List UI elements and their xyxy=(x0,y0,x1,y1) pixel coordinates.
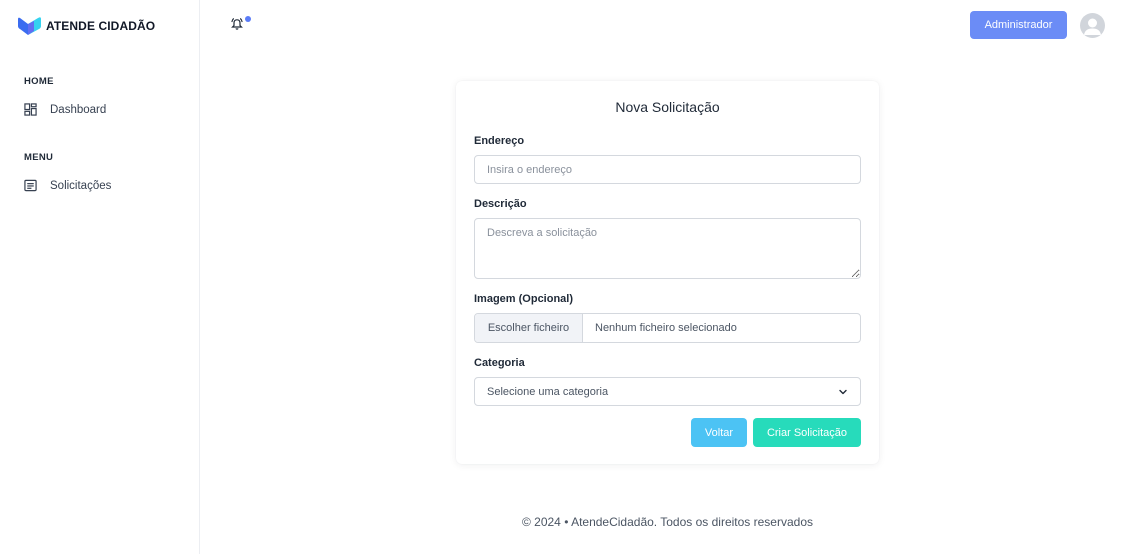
category-label: Categoria xyxy=(474,357,525,369)
app-root: ATENDE CIDADÃO HOME Dashboard MENU Solic… xyxy=(0,0,1130,554)
dashboard-grid-icon xyxy=(24,103,37,116)
address-label: Endereço xyxy=(474,135,525,147)
description-textarea[interactable] xyxy=(474,218,861,279)
file-status-text: Nenhum ficheiro selecionado xyxy=(595,322,737,334)
description-label: Descrição xyxy=(474,198,527,210)
back-button[interactable]: Voltar xyxy=(691,418,747,447)
brand[interactable]: ATENDE CIDADÃO xyxy=(17,16,155,36)
new-request-card: Nova Solicitação Endereço Descrição Imag… xyxy=(456,81,879,464)
list-document-icon xyxy=(24,179,37,192)
user-avatar[interactable] xyxy=(1080,13,1105,38)
form-title: Nova Solicitação xyxy=(615,99,720,115)
brand-name: ATENDE CIDADÃO xyxy=(46,19,156,33)
notification-button[interactable] xyxy=(230,16,251,33)
sidebar-item-label: Solicitações xyxy=(50,179,112,192)
image-file-input[interactable]: Escolher ficheiro Nenhum ficheiro seleci… xyxy=(474,313,861,343)
sidebar-section-home: HOME xyxy=(24,76,54,87)
create-request-button[interactable]: Criar Solicitação xyxy=(753,418,861,447)
choose-file-button[interactable]: Escolher ficheiro xyxy=(475,314,583,342)
address-input[interactable] xyxy=(474,155,861,184)
category-select[interactable]: Selecione uma categoria xyxy=(474,377,861,406)
notification-dot xyxy=(245,16,251,22)
bell-icon xyxy=(231,18,243,30)
user-avatar-icon xyxy=(1084,18,1101,35)
sidebar-item-label: Dashboard xyxy=(50,103,107,116)
sidebar-item-dashboard[interactable]: Dashboard xyxy=(24,103,106,116)
chevron-down-icon xyxy=(839,389,847,394)
footer-copyright: © 2024 • AtendeCidadão. Todos os direito… xyxy=(521,515,813,529)
administrator-button[interactable]: Administrador xyxy=(970,11,1067,39)
sidebar-section-menu: MENU xyxy=(24,152,54,163)
brand-logo-icon xyxy=(18,17,41,35)
sidebar: ATENDE CIDADÃO HOME Dashboard MENU Solic… xyxy=(0,0,200,554)
category-select-value: Selecione uma categoria xyxy=(487,385,609,398)
sidebar-item-solicitacoes[interactable]: Solicitações xyxy=(24,179,111,192)
image-label: Imagem (Opcional) xyxy=(474,293,574,305)
